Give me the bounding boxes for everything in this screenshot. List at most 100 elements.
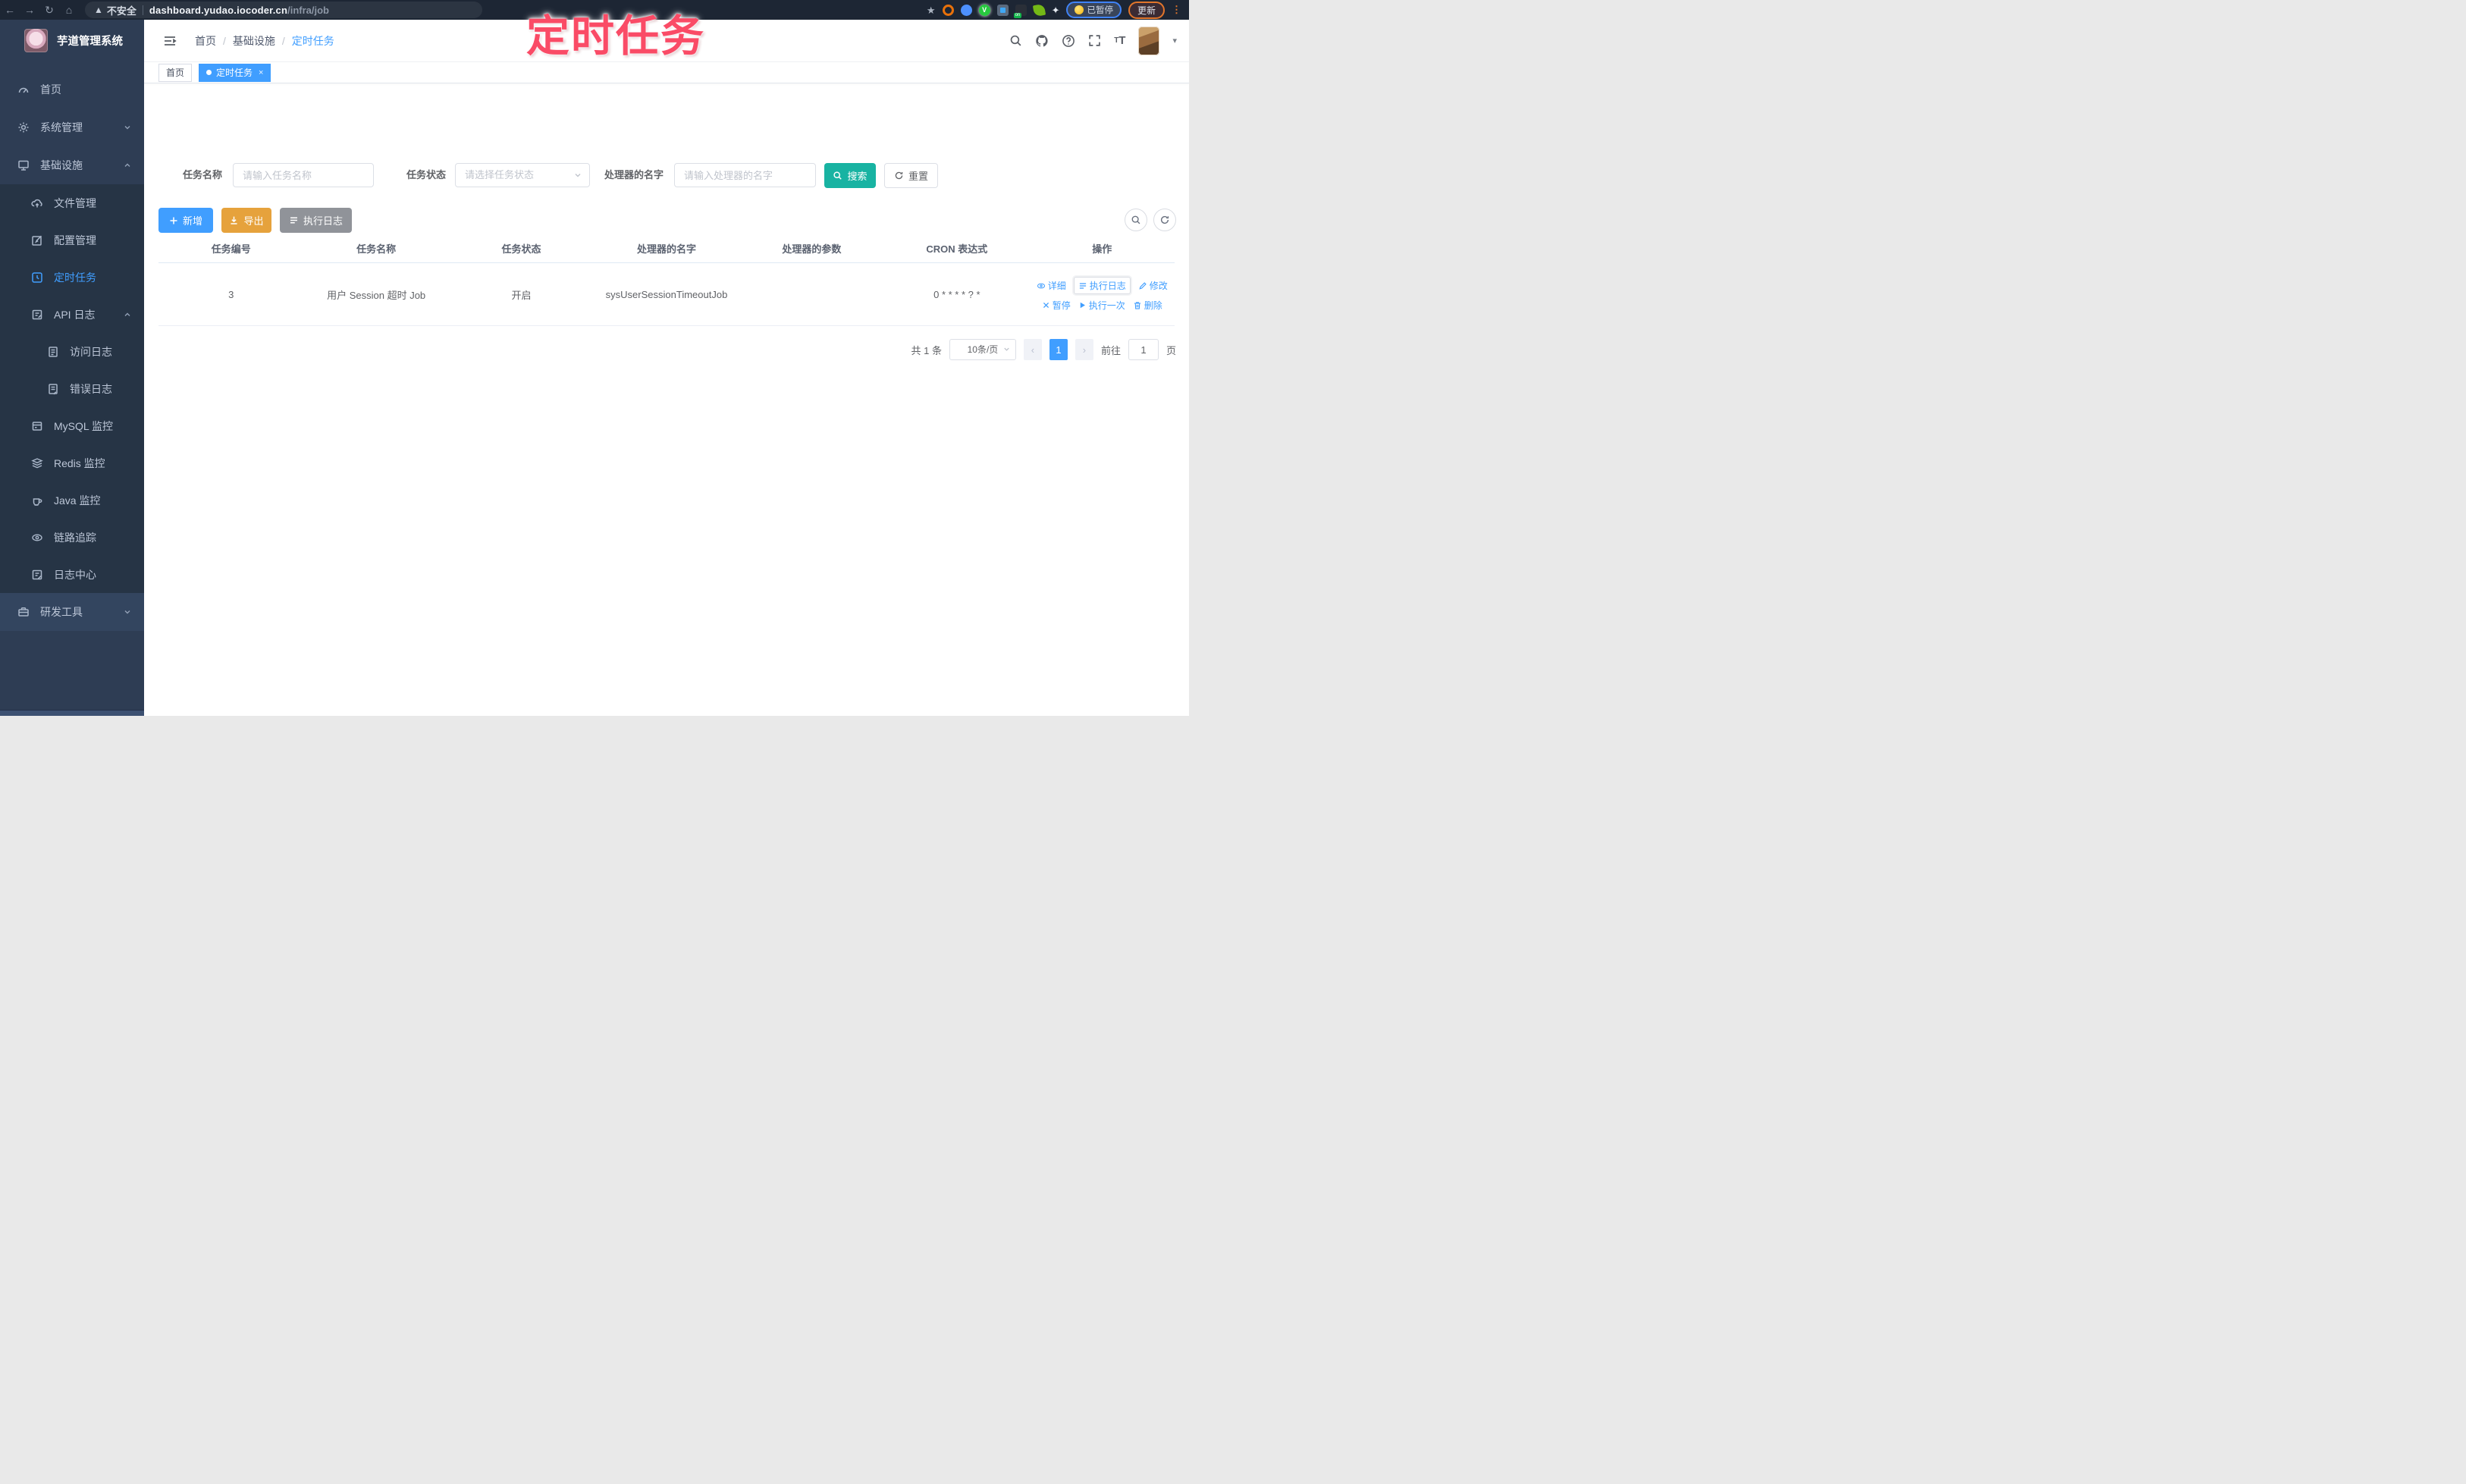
tag-close-icon[interactable]: × (259, 68, 263, 77)
sidebar-item-label: Java 监控 (54, 494, 101, 507)
sidebar-item-access-log[interactable]: 访问日志 (0, 333, 144, 370)
reset-button[interactable]: 重置 (884, 163, 938, 188)
exec-log-button[interactable]: 执行日志 (280, 208, 352, 233)
sidebar-item-dev-tools[interactable]: 研发工具 (0, 593, 144, 631)
sidebar-item-scheduled-jobs[interactable]: 定时任务 (0, 259, 144, 296)
user-avatar[interactable] (1138, 26, 1160, 55)
extension-icon-on-badge[interactable]: on (1013, 4, 1027, 18)
sidebar-item-label: 日志中心 (54, 568, 96, 581)
run-once-link[interactable]: 执行一次 (1078, 299, 1125, 312)
export-button[interactable]: 导出 (221, 208, 271, 233)
clock-icon (31, 271, 43, 284)
log-edit-icon (31, 309, 43, 321)
goto-page-input[interactable] (1128, 339, 1159, 360)
extension-icon-green-check[interactable]: V (978, 4, 990, 16)
sidebar-item-label: API 日志 (54, 308, 96, 321)
browser-menu-dots-icon[interactable]: ⋮ (1172, 4, 1181, 16)
refresh-icon-button[interactable] (1153, 209, 1176, 231)
toggle-search-icon-button[interactable] (1125, 209, 1147, 231)
cell-actions: 详细 执行日志 修改 暂停 执行一次 删除 (1030, 263, 1175, 325)
sidebar-bottom-strip (0, 710, 144, 716)
search-button[interactable]: 搜索 (824, 163, 876, 188)
browser-extensions-area: ★ V on ✦ 已暂停 更新 ⋮ (927, 1, 1189, 19)
avatar-caret-icon[interactable]: ▾ (1172, 36, 1177, 45)
extension-icon-orange-ring[interactable] (942, 4, 954, 16)
page-content: 任务名称 任务状态 请选择任务状态 处理器的名字 搜索 重置 (144, 83, 1189, 716)
page-size-select[interactable]: 10条/页 (949, 339, 1016, 360)
help-icon[interactable] (1062, 34, 1075, 48)
security-warning-icon: ▲ (94, 5, 103, 15)
prev-page-button[interactable]: ‹ (1023, 339, 1042, 360)
delete-link[interactable]: 删除 (1133, 299, 1162, 312)
job-status-select[interactable]: 请选择任务状态 (455, 163, 590, 187)
sidebar-item-label: 基础设施 (40, 159, 83, 171)
browser-address-bar[interactable]: ▲ 不安全 dashboard.yudao.iocoder.cn /infra/… (85, 2, 482, 18)
sidebar-item-infrastructure[interactable]: 基础设施 (0, 146, 144, 184)
font-size-icon[interactable]: TT (1114, 34, 1125, 47)
sidebar-item-trace[interactable]: 链路追踪 (0, 519, 144, 556)
pause-link[interactable]: 暂停 (1042, 299, 1071, 312)
header-search-icon[interactable] (1009, 34, 1022, 47)
breadcrumb-current: 定时任务 (291, 34, 334, 47)
page-1-button[interactable]: 1 (1049, 339, 1068, 360)
col-job-name: 任务名称 (356, 243, 397, 255)
jobs-table: 任务编号 任务名称 任务状态 处理器的名字 处理器的参数 CRON 表达式 操作… (158, 234, 1175, 326)
row-exec-log-link[interactable]: 执行日志 (1073, 277, 1131, 294)
sidebar-item-label: MySQL 监控 (54, 419, 114, 432)
hamburger-icon[interactable] (163, 35, 177, 47)
job-name-input[interactable] (233, 163, 374, 187)
sidebar-item-mysql-monitor[interactable]: MySQL 监控 (0, 407, 144, 444)
sidebar-item-api-log[interactable]: API 日志 (0, 296, 144, 333)
browser-home-icon[interactable]: ⌂ (59, 4, 79, 16)
browser-reload-icon[interactable]: ↻ (39, 4, 59, 17)
edit-square-icon (31, 234, 43, 246)
edit-link[interactable]: 修改 (1138, 279, 1168, 292)
chevron-down-icon (1002, 345, 1011, 353)
sidebar-item-error-log[interactable]: 错误日志 (0, 370, 144, 407)
extension-icon-pin[interactable]: ✦ (1052, 5, 1060, 16)
tag-home[interactable]: 首页 (158, 63, 193, 82)
breadcrumb-home[interactable]: 首页 (195, 33, 216, 49)
pagination: 共 1 条 10条/页 ‹ 1 › 前往 页 (911, 339, 1176, 360)
active-tag-dot (206, 70, 212, 75)
next-page-button[interactable]: › (1075, 339, 1093, 360)
sidebar-item-java-monitor[interactable]: Java 监控 (0, 482, 144, 519)
sidebar-item-redis-monitor[interactable]: Redis 监控 (0, 444, 144, 482)
sidebar-submenu-infrastructure: 文件管理 配置管理 定时任务 API 日志 访问日志 错误日志 MySQL 监控… (0, 184, 144, 593)
goto-unit-label: 页 (1166, 344, 1176, 356)
coffee-icon (31, 494, 43, 507)
extension-icon-sprout[interactable] (1032, 3, 1046, 17)
sidebar: 芋道管理系统 首页 系统管理 基础设施 文件管理 配置管理 定时任务 API 日… (0, 20, 144, 716)
sidebar-item-file-management[interactable]: 文件管理 (0, 184, 144, 221)
github-icon[interactable] (1035, 34, 1049, 48)
handler-name-input[interactable] (674, 163, 816, 187)
sidebar-item-config-management[interactable]: 配置管理 (0, 221, 144, 259)
detail-link[interactable]: 详细 (1037, 279, 1066, 292)
sidebar-logo-row[interactable]: 芋道管理系统 (0, 20, 144, 60)
job-status-placeholder: 请选择任务状态 (465, 169, 535, 180)
extension-icon-puzzle[interactable] (996, 4, 1009, 16)
app-window: ← → ↻ ⌂ ▲ 不安全 dashboard.yudao.iocoder.cn… (0, 0, 1189, 716)
sidebar-item-system[interactable]: 系统管理 (0, 108, 144, 146)
browser-chrome-bar: ← → ↻ ⌂ ▲ 不安全 dashboard.yudao.iocoder.cn… (0, 0, 1189, 20)
browser-update-button[interactable]: 更新 (1128, 1, 1165, 19)
add-button[interactable]: 新增 (158, 208, 213, 233)
profile-paused-pill[interactable]: 已暂停 (1066, 2, 1122, 18)
tag-scheduled-jobs[interactable]: 定时任务 × (199, 63, 271, 82)
monitor-icon (17, 159, 30, 171)
extension-icon-blue[interactable] (960, 4, 972, 16)
actions-line-1: 详细 执行日志 修改 (1037, 277, 1168, 294)
bookmark-star-icon[interactable]: ★ (927, 5, 936, 16)
page-size-value: 10条/页 (967, 344, 999, 355)
browser-back-icon[interactable]: ← (0, 4, 20, 16)
fullscreen-icon[interactable] (1088, 34, 1101, 47)
browser-forward-icon[interactable]: → (20, 4, 39, 16)
chevron-down-icon (123, 123, 132, 132)
document-log-icon (47, 346, 59, 358)
breadcrumb-infrastructure[interactable]: 基础设施 (233, 33, 275, 49)
sidebar-item-log-center[interactable]: 日志中心 (0, 556, 144, 593)
table-header-row: 任务编号 任务名称 任务状态 处理器的名字 处理器的参数 CRON 表达式 操作 (158, 234, 1175, 263)
sidebar-item-home[interactable]: 首页 (0, 71, 144, 108)
log-pencil-icon (31, 569, 43, 581)
database-icon (31, 420, 43, 432)
